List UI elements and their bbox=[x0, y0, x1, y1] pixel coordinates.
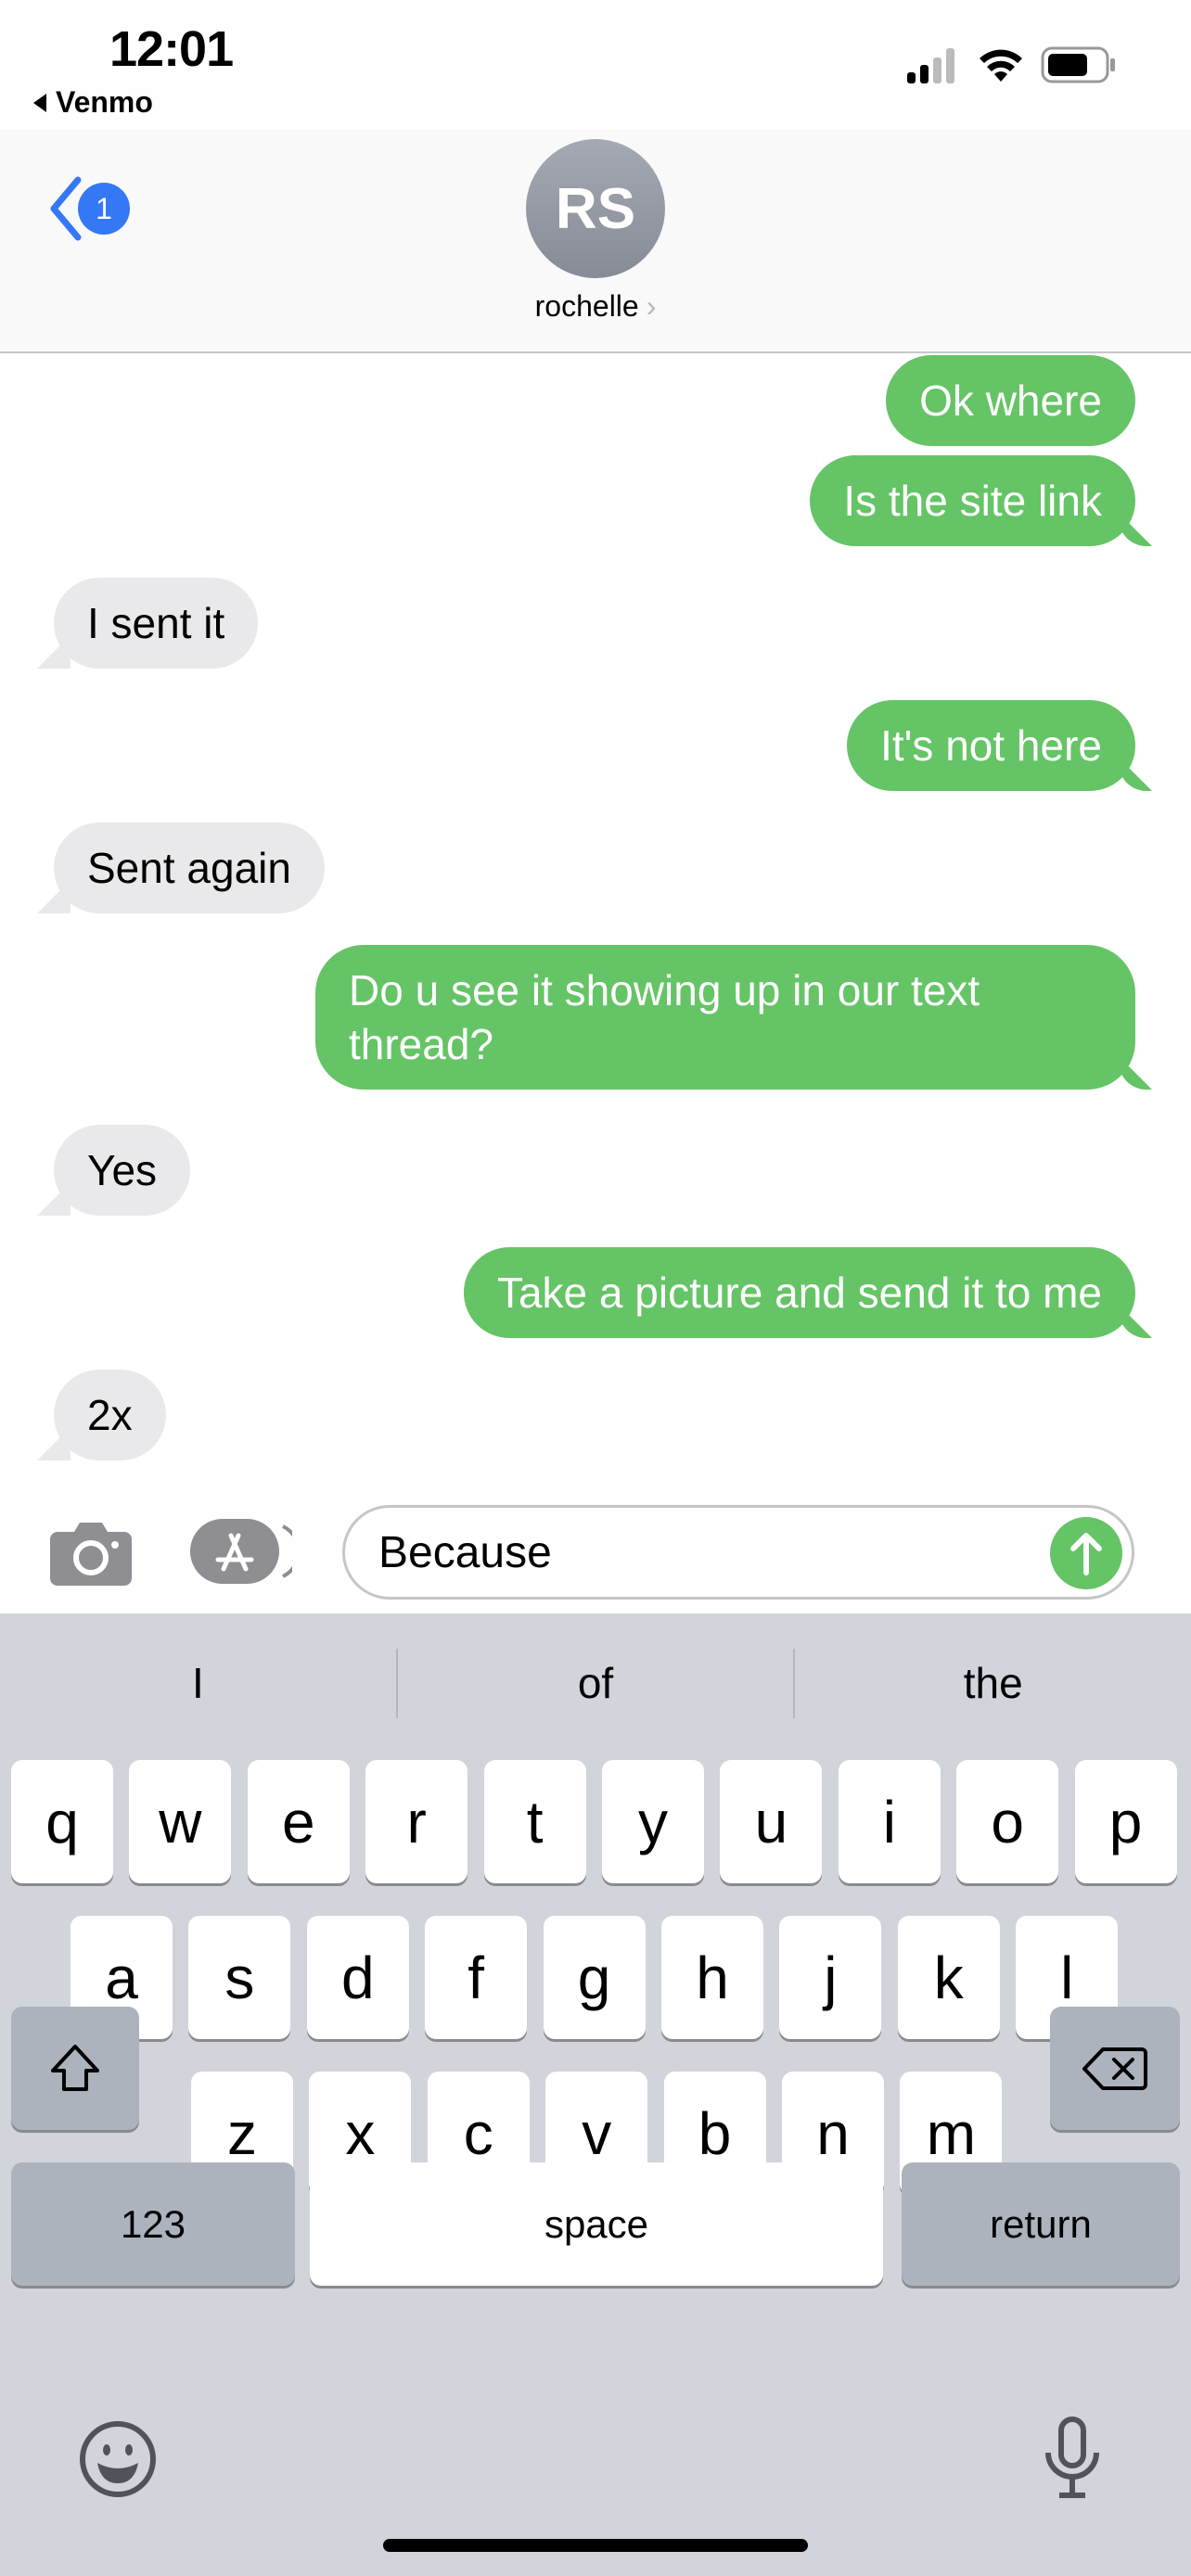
contact-avatar[interactable]: RS bbox=[526, 139, 665, 278]
message-bubble-received[interactable]: 2x bbox=[54, 1370, 166, 1460]
back-app-label: Venmo bbox=[56, 85, 153, 119]
key-p[interactable]: p bbox=[1074, 1760, 1177, 1883]
key-i[interactable]: i bbox=[838, 1760, 941, 1883]
key-q[interactable]: q bbox=[11, 1760, 113, 1883]
app-store-icon[interactable] bbox=[190, 1519, 292, 1584]
key-o[interactable]: o bbox=[956, 1760, 1059, 1883]
message-bubble-sent[interactable]: Is the site link bbox=[810, 455, 1135, 546]
cellular-signal-icon bbox=[907, 48, 954, 83]
key-r[interactable]: r bbox=[365, 1760, 468, 1883]
shift-key[interactable] bbox=[11, 2007, 139, 2130]
microphone-icon[interactable] bbox=[1043, 2416, 1102, 2501]
space-key[interactable]: space bbox=[310, 2162, 883, 2286]
shift-icon bbox=[51, 2044, 99, 2091]
emoji-icon[interactable] bbox=[79, 2420, 157, 2498]
message-bubble-received[interactable]: I sent it bbox=[54, 578, 259, 669]
message-input[interactable] bbox=[378, 1508, 1028, 1597]
keyboard: I of the qwertyuiopasdfghjklzxcvbnm 123 … bbox=[0, 1613, 1191, 2576]
message-bubble-received[interactable]: Sent again bbox=[54, 823, 325, 913]
arrow-up-icon bbox=[1070, 1533, 1102, 1575]
key-e[interactable]: e bbox=[247, 1760, 350, 1883]
contact-name: rochelle bbox=[534, 289, 639, 323]
chevron-right-icon: › bbox=[646, 289, 657, 323]
composer-bar bbox=[0, 1482, 1191, 1613]
key-d[interactable]: d bbox=[306, 1916, 409, 2039]
back-triangle-icon bbox=[33, 93, 46, 112]
prediction-suggestion[interactable]: of bbox=[398, 1658, 794, 1708]
prediction-suggestion[interactable]: the bbox=[795, 1658, 1191, 1708]
back-to-app-button[interactable]: Venmo bbox=[33, 85, 153, 120]
key-y[interactable]: y bbox=[602, 1760, 704, 1883]
status-bar: 12:01 Venmo bbox=[0, 0, 1191, 130]
message-bubble-sent[interactable]: Do u see it showing up in our text threa… bbox=[315, 945, 1135, 1090]
message-bubble-received[interactable]: Yes bbox=[54, 1125, 191, 1216]
key-u[interactable]: u bbox=[720, 1760, 823, 1883]
wifi-icon bbox=[980, 49, 1022, 82]
key-t[interactable]: t bbox=[483, 1760, 586, 1883]
return-key[interactable]: return bbox=[902, 2162, 1180, 2286]
key-h[interactable]: h bbox=[661, 1916, 763, 2039]
key-w[interactable]: w bbox=[129, 1760, 232, 1883]
message-input-field[interactable] bbox=[342, 1505, 1134, 1600]
send-button[interactable] bbox=[1050, 1517, 1122, 1589]
key-f[interactable]: f bbox=[425, 1916, 528, 2039]
delete-key[interactable] bbox=[1050, 2007, 1180, 2130]
clock: 12:01 bbox=[109, 21, 234, 77]
key-j[interactable]: j bbox=[779, 1916, 882, 2039]
contact-name-button[interactable]: rochelle › bbox=[0, 289, 1191, 324]
camera-icon[interactable] bbox=[48, 1519, 134, 1586]
key-g[interactable]: g bbox=[543, 1916, 646, 2039]
battery-icon bbox=[1041, 46, 1115, 83]
prediction-suggestion[interactable]: I bbox=[0, 1658, 396, 1708]
message-bubble-sent[interactable]: Ok where bbox=[886, 355, 1135, 446]
numbers-key[interactable]: 123 bbox=[11, 2162, 295, 2286]
home-indicator[interactable] bbox=[383, 2539, 808, 2552]
key-k[interactable]: k bbox=[897, 1916, 1000, 2039]
backspace-icon bbox=[1082, 2047, 1147, 2090]
predictive-text-bar: I of the bbox=[0, 1613, 1191, 1753]
conversation-header: 1 RS rochelle › bbox=[0, 130, 1191, 353]
unread-count-badge: 1 bbox=[78, 183, 130, 235]
message-bubble-sent[interactable]: It's not here bbox=[847, 700, 1135, 791]
message-thread[interactable]: Ok where Is the site link I sent it It's… bbox=[0, 355, 1191, 1482]
back-button[interactable]: 1 bbox=[46, 176, 130, 241]
message-bubble-sent[interactable]: Take a picture and send it to me bbox=[463, 1247, 1135, 1338]
key-s[interactable]: s bbox=[188, 1916, 291, 2039]
